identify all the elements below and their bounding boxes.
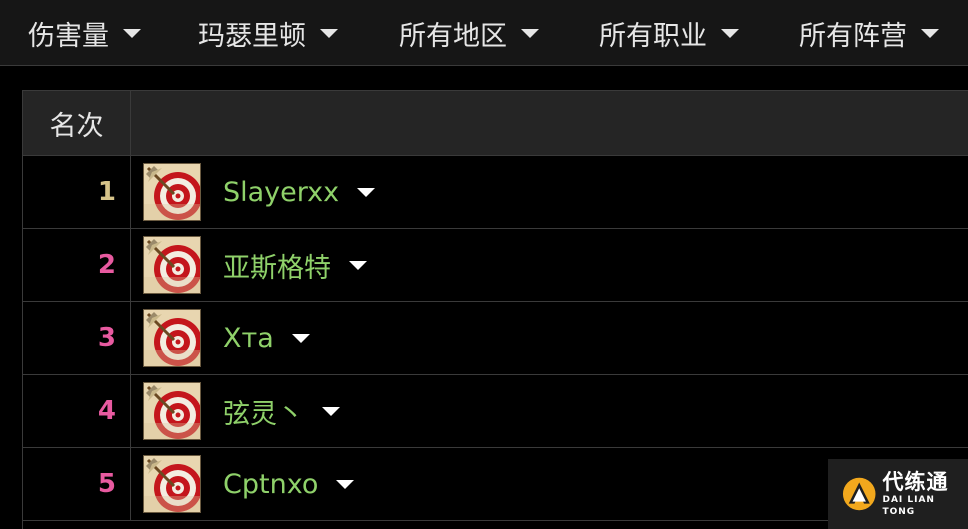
- chevron-down-icon: [921, 28, 939, 38]
- rank-number: 4: [97, 396, 116, 426]
- rank-cell: 1: [23, 156, 131, 228]
- hunter-class-icon: [143, 163, 201, 221]
- chevron-down-icon: [349, 260, 367, 270]
- chevron-down-icon: [357, 187, 376, 197]
- chevron-down-icon: [320, 28, 338, 38]
- logo-icon: [842, 477, 876, 511]
- player-name: 亚斯格特: [223, 252, 331, 284]
- rank-number: 1: [97, 177, 116, 207]
- filter-region-dropdown[interactable]: 所有地区: [399, 0, 539, 66]
- table-row: 3 Xта: [23, 302, 968, 375]
- table-row: 2 亚斯格特: [23, 229, 968, 302]
- table-row: 4 弦灵丶: [23, 375, 968, 448]
- rank-cell: 3: [23, 302, 131, 374]
- rank-number: 5: [97, 469, 116, 499]
- logo-text: 代练通 DAI LIAN TONG: [882, 470, 968, 518]
- logo-cn-text: 代练通: [882, 470, 949, 494]
- player-name-dropdown[interactable]: Cptnxo: [223, 448, 355, 520]
- filter-bar: 伤害量 玛瑟里顿 所有地区 所有职业 所有阵营: [0, 0, 968, 66]
- chevron-down-icon: [521, 28, 539, 38]
- ranking-table: 名次 1 Slayerxx 2 亚斯格特 3 Xта 4 弦灵丶 5 Cptnx…: [22, 90, 968, 529]
- player-name-dropdown[interactable]: Slayerxx: [223, 156, 376, 228]
- filter-label: 所有阵营: [799, 20, 907, 52]
- rank-column-header: 名次: [23, 91, 131, 155]
- player-name: 弦灵丶: [223, 398, 304, 430]
- table-row: 5 Cptnxo: [23, 448, 968, 521]
- chevron-down-icon: [123, 28, 141, 38]
- watermark-logo: 代练通 DAI LIAN TONG: [828, 459, 968, 529]
- filter-label: 所有地区: [399, 20, 507, 52]
- player-name-dropdown[interactable]: Xта: [223, 302, 310, 374]
- hunter-class-icon: [143, 455, 201, 513]
- table-header: 名次: [23, 91, 968, 156]
- player-name: Slayerxx: [223, 176, 340, 208]
- chevron-down-icon: [291, 333, 310, 343]
- filter-metric-dropdown[interactable]: 伤害量: [28, 0, 141, 66]
- table-row: 1 Slayerxx: [23, 156, 968, 229]
- chevron-down-icon: [336, 479, 355, 489]
- player-name-dropdown[interactable]: 弦灵丶: [223, 375, 340, 447]
- filter-label: 所有职业: [599, 20, 707, 52]
- filter-faction-dropdown[interactable]: 所有阵营: [799, 0, 939, 66]
- rank-cell: 4: [23, 375, 131, 447]
- player-name: Cptnxo: [223, 468, 319, 500]
- hunter-class-icon: [143, 236, 201, 294]
- rank-number: 3: [97, 323, 116, 353]
- filter-class-dropdown[interactable]: 所有职业: [599, 0, 739, 66]
- rank-number: 2: [97, 250, 116, 280]
- filter-boss-dropdown[interactable]: 玛瑟里顿: [198, 0, 338, 66]
- rank-cell: 2: [23, 229, 131, 301]
- hunter-class-icon: [143, 309, 201, 367]
- rank-cell: 5: [23, 448, 131, 520]
- filter-label: 伤害量: [28, 20, 109, 52]
- chevron-down-icon: [721, 28, 739, 38]
- logo-en-text: DAI LIAN TONG: [882, 495, 935, 517]
- chevron-down-icon: [322, 406, 340, 416]
- player-name: Xта: [223, 322, 274, 354]
- player-name-dropdown[interactable]: 亚斯格特: [223, 229, 367, 301]
- filter-label: 玛瑟里顿: [198, 20, 306, 52]
- hunter-class-icon: [143, 382, 201, 440]
